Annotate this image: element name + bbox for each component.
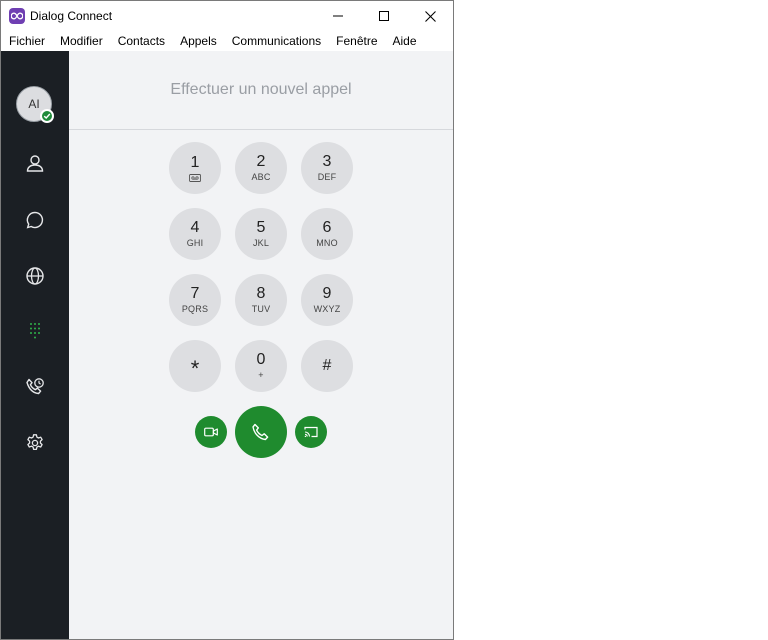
- key-0[interactable]: 0 +: [235, 340, 287, 392]
- key-digit: 6: [322, 219, 332, 236]
- key-star[interactable]: *: [169, 340, 221, 392]
- key-9[interactable]: 9 WXYZ: [301, 274, 353, 326]
- key-digit: #: [322, 357, 332, 374]
- key-letters: ABC: [251, 172, 271, 182]
- key-letters: PQRS: [181, 304, 209, 314]
- video-icon: [204, 427, 218, 437]
- sidebar-item-call-history[interactable]: [23, 375, 47, 399]
- chat-icon: [26, 211, 44, 229]
- key-6[interactable]: 6 MNO: [301, 208, 353, 260]
- video-call-button[interactable]: [195, 416, 227, 448]
- close-button[interactable]: [407, 1, 453, 31]
- key-digit: 3: [322, 153, 332, 170]
- key-digit: 7: [190, 285, 200, 302]
- key-digit: 1: [190, 154, 200, 171]
- key-letters: +: [258, 370, 264, 380]
- sidebar-item-settings[interactable]: [23, 431, 47, 455]
- menu-contacts[interactable]: Contacts: [110, 34, 172, 48]
- call-history-icon: [26, 378, 44, 395]
- key-letters: WXYZ: [313, 304, 341, 314]
- menu-fenetre[interactable]: Fenêtre: [328, 34, 384, 48]
- key-3[interactable]: 3 DEF: [301, 142, 353, 194]
- key-digit: 8: [256, 285, 266, 302]
- status-badge: [40, 109, 54, 123]
- key-4[interactable]: 4 GHI: [169, 208, 221, 260]
- key-digit: 5: [256, 219, 266, 236]
- sidebar-item-contacts[interactable]: [23, 151, 47, 175]
- app-logo-icon: [9, 8, 25, 24]
- key-1[interactable]: 1: [169, 142, 221, 194]
- globe-icon: [26, 267, 44, 285]
- key-5[interactable]: 5 JKL: [235, 208, 287, 260]
- sidebar: AI: [1, 51, 69, 639]
- dial-number-input[interactable]: [69, 51, 453, 130]
- phone-icon: [252, 423, 269, 441]
- minimize-button[interactable]: [315, 1, 361, 31]
- close-icon: [424, 10, 436, 22]
- avatar-initials: AI: [28, 97, 40, 111]
- key-letters: TUV: [251, 304, 271, 314]
- key-digit: 2: [256, 153, 266, 170]
- key-letters: MNO: [316, 238, 338, 248]
- key-letters: DEF: [317, 172, 337, 182]
- maximize-button[interactable]: [361, 1, 407, 31]
- cast-icon: [304, 426, 318, 438]
- sidebar-item-dialpad[interactable]: [23, 319, 47, 343]
- window-title: Dialog Connect: [30, 9, 113, 23]
- sidebar-item-chat[interactable]: [23, 208, 47, 232]
- menu-bar: Fichier Modifier Contacts Appels Communi…: [1, 31, 453, 51]
- menu-modifier[interactable]: Modifier: [52, 34, 110, 48]
- maximize-icon: [379, 11, 389, 21]
- dialpad-icon: [30, 323, 40, 339]
- key-hash[interactable]: #: [301, 340, 353, 392]
- app-window: Dialog Connect Fichier Modifier Contacts…: [0, 0, 454, 640]
- key-7[interactable]: 7 PQRS: [169, 274, 221, 326]
- key-digit: 9: [322, 285, 332, 302]
- title-bar: Dialog Connect: [1, 1, 453, 31]
- check-icon: [43, 113, 51, 119]
- menu-communications[interactable]: Communications: [224, 34, 328, 48]
- call-button[interactable]: [235, 406, 287, 458]
- menu-aide[interactable]: Aide: [385, 34, 424, 48]
- voicemail-icon: [189, 174, 201, 182]
- contacts-icon: [26, 155, 44, 172]
- key-2[interactable]: 2 ABC: [235, 142, 287, 194]
- minimize-icon: [333, 15, 343, 17]
- key-digit: *: [190, 356, 200, 381]
- window-controls: [315, 1, 453, 31]
- key-digit: 4: [190, 219, 200, 236]
- key-8[interactable]: 8 TUV: [235, 274, 287, 326]
- dialer-panel: 1 2 ABC 3 DEF 4 GHI 5 JKL 6 MNO: [69, 51, 453, 639]
- cast-button[interactable]: [295, 416, 327, 448]
- key-letters: JKL: [252, 238, 270, 248]
- menu-appels[interactable]: Appels: [172, 34, 224, 48]
- key-digit: 0: [256, 351, 266, 368]
- settings-icon: [27, 434, 43, 451]
- key-letters: GHI: [186, 238, 204, 248]
- sidebar-item-web[interactable]: [23, 264, 47, 288]
- menu-fichier[interactable]: Fichier: [1, 34, 52, 48]
